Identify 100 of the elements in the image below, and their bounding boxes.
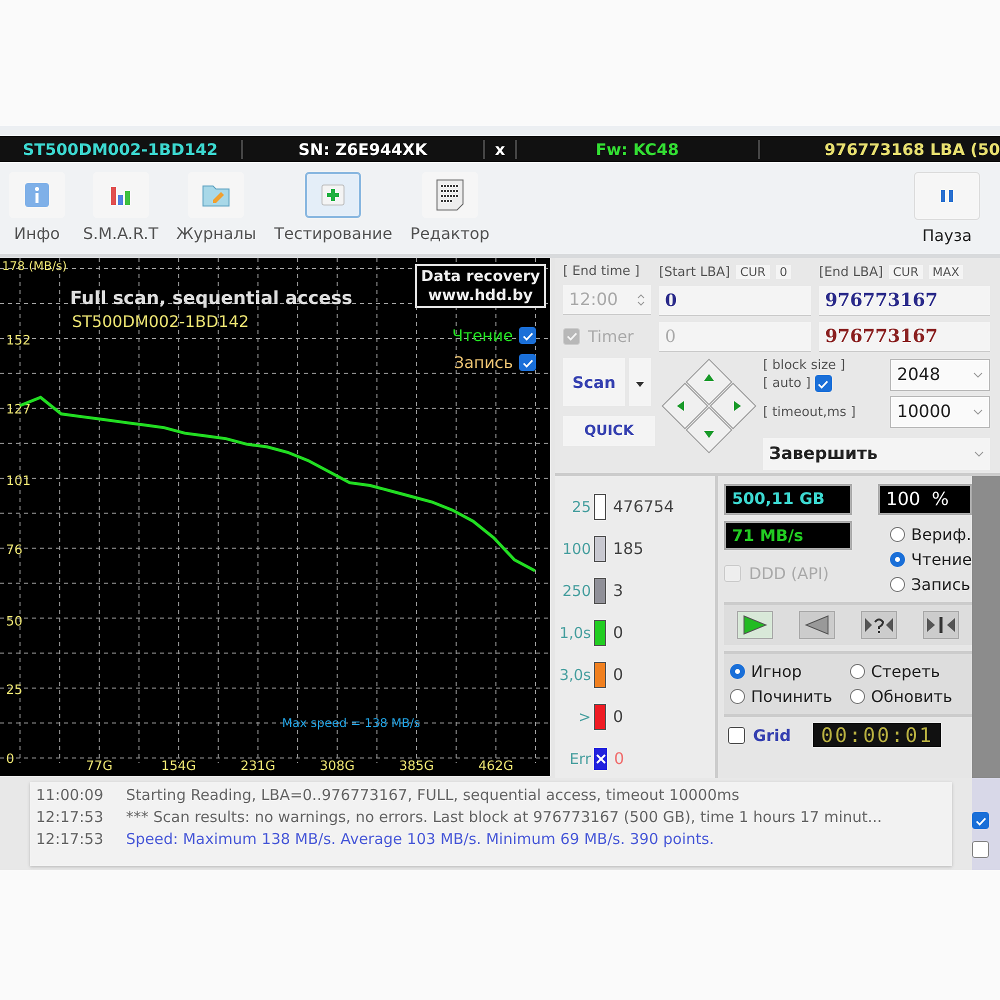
legend-label: Запись xyxy=(454,353,513,372)
ddd-label: DDD (API) xyxy=(749,564,829,582)
finish-action-dropdown[interactable]: Завершить xyxy=(763,438,990,470)
logo-box: Data recovery www.hdd.by xyxy=(415,264,546,308)
chevron-down-icon xyxy=(974,451,984,457)
log-message: *** Scan results: no warnings, no errors. Last block at 976773167 (500 GB), time 1 hours 17 minut... xyxy=(126,808,882,826)
mode-radio[interactable]: Чтение xyxy=(890,550,972,569)
block-time-label: 3,0s xyxy=(558,666,591,684)
header-field: 976773168 LBA (50 xyxy=(760,140,1000,158)
field-label: [ timeout,ms ] xyxy=(763,404,856,420)
direction-pad[interactable] xyxy=(661,358,757,454)
chevron-down-icon xyxy=(973,409,983,415)
timer-label: Timer xyxy=(588,326,634,346)
end-lba-field[interactable]: 976773167 xyxy=(819,286,990,316)
play-icon xyxy=(742,615,768,635)
y-tick-label: 76 xyxy=(6,542,23,558)
repair-radio[interactable]: Игнор xyxy=(730,662,846,681)
block-count: 0 xyxy=(613,623,624,642)
side-checkbox[interactable] xyxy=(972,841,989,858)
start-lba-field[interactable]: 0 xyxy=(659,286,811,316)
scan-button[interactable]: Scan xyxy=(563,358,625,406)
max-speed-label: Max speed = 138 MB/s xyxy=(282,716,420,730)
block-count: 185 xyxy=(613,539,644,558)
chevron-down-icon xyxy=(973,372,983,378)
block-time-label: 100 xyxy=(561,540,591,558)
mode-radio[interactable]: Запись xyxy=(890,575,972,594)
quick-button[interactable]: QUICK xyxy=(563,416,655,446)
block-time-label: Err xyxy=(568,750,591,768)
side-checkbox[interactable] xyxy=(972,812,989,829)
toolbar-button[interactable]: S.M.A.R.T xyxy=(74,172,168,243)
header-field: ST500DM002-1BD142 xyxy=(0,140,242,158)
grid-label: Grid xyxy=(753,726,791,744)
legend-checkbox[interactable] xyxy=(519,327,536,344)
log-time: 12:17:53 xyxy=(36,830,104,848)
field-label: [End LBA] xyxy=(819,264,884,280)
field-label: [ block size ] xyxy=(763,358,846,373)
repair-radio[interactable]: Обновить xyxy=(850,687,966,706)
percent-display: 100 % xyxy=(878,484,972,515)
block-count: 476754 xyxy=(613,497,674,516)
header-field: SN: Z6E944XK xyxy=(242,140,485,158)
auto-checkbox[interactable] xyxy=(814,375,832,392)
timer-checkbox[interactable] xyxy=(563,328,580,344)
legend-checkbox[interactable] xyxy=(519,354,536,371)
timeout-dropdown[interactable]: 10000 xyxy=(890,396,990,428)
block-time-label: > xyxy=(577,708,591,726)
block-count: 3 xyxy=(613,581,624,600)
x-tick-label: 77G xyxy=(86,759,113,774)
block-time-label: 25 xyxy=(570,498,591,516)
toolbar-button[interactable]: Редактор xyxy=(401,172,499,243)
pause-button[interactable]: Пауза xyxy=(905,172,1000,245)
current-end-lba-field: 976773167 xyxy=(819,322,990,352)
current-start-lba-field: 0 xyxy=(659,322,811,352)
toolbar-button[interactable]: Журналы xyxy=(167,172,266,243)
cur-button[interactable]: CUR xyxy=(889,265,923,279)
x-tick-label: 462G xyxy=(478,759,514,774)
block-time-label: 1,0s xyxy=(558,624,591,642)
log-time: 12:17:53 xyxy=(36,808,104,826)
binary-document-icon xyxy=(434,178,465,212)
repair-radio[interactable]: Починить xyxy=(730,687,846,706)
zero-button[interactable]: 0 xyxy=(776,265,792,279)
repair-radio[interactable]: Стереть xyxy=(850,662,966,681)
x-tick-label: 308G xyxy=(320,759,355,774)
log-time: 11:00:09 xyxy=(36,786,104,804)
grid-checkbox[interactable] xyxy=(728,726,745,744)
chart-subtitle: ST500DM002-1BD142 xyxy=(72,312,249,331)
field-label: [ auto ] xyxy=(763,376,811,391)
player-button[interactable] xyxy=(861,611,897,639)
pause-icon xyxy=(939,188,955,204)
log-message: Starting Reading, LBA=0..976773167, FULL, sequential access, timeout 10000ms xyxy=(126,786,740,804)
block-time-label: 250 xyxy=(561,582,591,600)
chart-title: Full scan, sequential access xyxy=(70,288,352,309)
cur-button[interactable]: CUR xyxy=(736,265,770,279)
toolbar-button[interactable]: Тестирование xyxy=(265,172,402,243)
x-tick-label: 154G xyxy=(161,759,196,774)
toolbar-button[interactable]: Инфо xyxy=(0,172,74,243)
rewind-icon xyxy=(804,615,830,635)
caret-icon xyxy=(636,382,644,386)
y-tick-label: 101 xyxy=(6,474,31,489)
info-icon xyxy=(23,181,51,209)
player-button[interactable] xyxy=(799,611,835,639)
ddd-checkbox[interactable] xyxy=(724,564,741,582)
question-arrows-icon xyxy=(864,615,894,635)
y-tick-label: 25 xyxy=(6,683,23,698)
y-axis-label: 178 (MB/s) xyxy=(2,259,67,273)
header-field: Fw: KC48 xyxy=(517,140,760,158)
speed-display: 71 MB/s xyxy=(724,521,852,550)
max-button[interactable]: MAX xyxy=(928,265,964,279)
spin-arrows-icon xyxy=(637,292,645,308)
legend-label: Чтение xyxy=(452,326,513,345)
header-field: x xyxy=(485,140,517,158)
field-label: [ End time ] xyxy=(563,264,641,279)
field-label: [Start LBA] xyxy=(659,264,730,280)
player-button[interactable] xyxy=(923,611,959,639)
end-markers-icon xyxy=(926,615,956,635)
player-button[interactable] xyxy=(737,611,773,639)
log-message: Speed: Maximum 138 MB/s. Average 103 MB/s. Minimum 69 MB/s. 390 points. xyxy=(126,830,714,848)
y-tick-label: 50 xyxy=(6,614,23,630)
block-count: 0 xyxy=(613,665,624,684)
mode-radio[interactable]: Вериф. xyxy=(890,525,972,544)
block-size-dropdown[interactable]: 2048 xyxy=(890,359,990,391)
